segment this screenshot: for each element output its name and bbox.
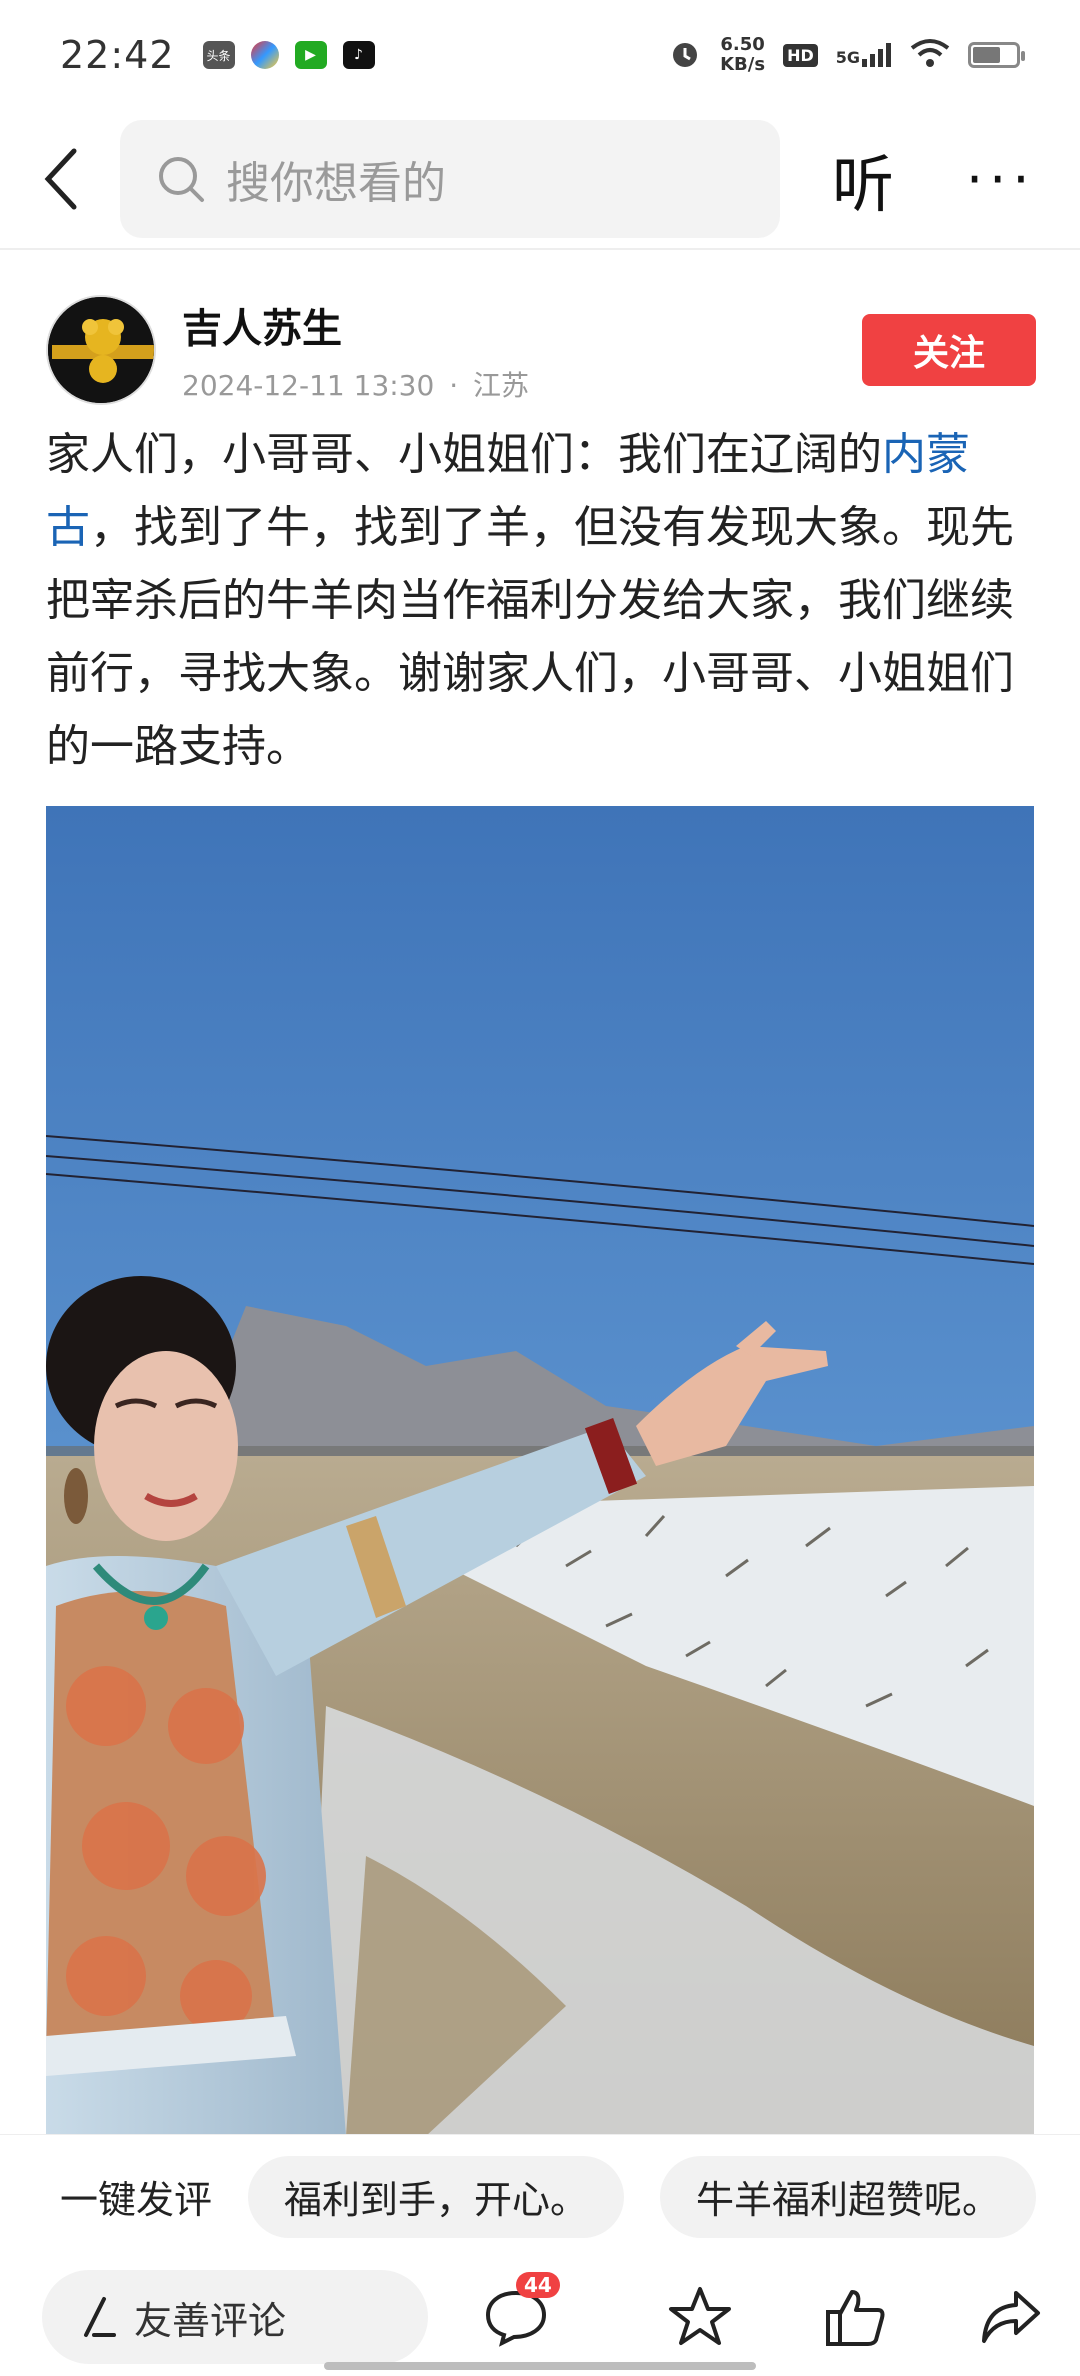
video-app-icon: ▶: [294, 41, 327, 69]
post-photo: [46, 806, 1034, 2136]
battery-icon: [968, 42, 1025, 68]
share-button[interactable]: [960, 2258, 1060, 2376]
toutiao-badge-text: 头条: [206, 48, 231, 63]
color-app-icon: [250, 41, 279, 69]
home-indicator[interactable]: [324, 2362, 756, 2370]
comments-button[interactable]: 44: [466, 2258, 566, 2376]
network-label: 5G: [835, 48, 860, 67]
hd-badge: HD: [783, 43, 818, 67]
status-right: 6.50 KB/s HD 5G: [668, 35, 1025, 75]
nav-bar: 搜你想看的 听 ···: [0, 110, 1080, 250]
avatar[interactable]: [46, 295, 156, 405]
quick-comment-chip[interactable]: 福利到手，开心。: [248, 2155, 625, 2238]
thumbs-up-icon: [826, 2290, 885, 2346]
listen-button[interactable]: 听: [832, 134, 894, 224]
back-button[interactable]: [0, 109, 120, 249]
author-name[interactable]: 吉人苏生: [182, 296, 529, 354]
quick-comment-label: 一键发评: [60, 2178, 213, 2222]
author-row: 吉人苏生 2024-12-11 13:30 · 江苏 关注: [46, 290, 1036, 410]
comment-placeholder: 友善评论: [134, 2298, 287, 2343]
comment-count-badge: 44: [516, 2272, 560, 2298]
tiktok-app-icon: ♪: [342, 41, 375, 69]
more-button[interactable]: ···: [966, 148, 1036, 211]
post-location: 江苏: [473, 369, 530, 402]
share-arrow-icon: [982, 2291, 1040, 2343]
status-app-icons: 头条 ▶ ♪: [202, 41, 375, 69]
toutiao-app-icon: 头条: [202, 41, 235, 69]
post-meta: 2024-12-11 13:30 · 江苏: [182, 364, 529, 404]
status-bar: 22:42 头条 ▶ ♪ 6.50 KB/s HD 5G: [0, 0, 1080, 110]
follow-button[interactable]: 关注: [862, 314, 1036, 386]
search-icon: [159, 157, 204, 202]
search-input[interactable]: 搜你想看的: [120, 120, 780, 238]
signal-icon: 5G: [836, 43, 892, 67]
post-date: 2024-12-11 13:30: [182, 369, 435, 402]
chevron-left-icon: [44, 148, 77, 210]
battery-fill: [973, 47, 1000, 63]
author-meta: 吉人苏生 2024-12-11 13:30 · 江苏: [182, 296, 529, 404]
meta-separator: ·: [449, 369, 459, 402]
net-speed: 6.50 KB/s: [720, 35, 765, 75]
pen-icon: [84, 2297, 116, 2337]
search-placeholder: 搜你想看的: [226, 158, 446, 209]
post-text-part-2: ，找到了牛，找到了羊，但没有发现大象。现先把宰杀后的牛羊肉当作福利分发给大家，我…: [46, 502, 1014, 772]
quick-comment-chip[interactable]: 牛羊福利超赞呢。: [660, 2155, 1037, 2238]
star-icon: [669, 2287, 731, 2345]
article-page: 22:42 头条 ▶ ♪ 6.50 KB/s HD 5G 搜你想看的 听 ···…: [0, 0, 1080, 2376]
comment-input[interactable]: 友善评论: [42, 2270, 428, 2364]
alarm-icon: [668, 36, 702, 74]
wifi-icon: [910, 38, 950, 72]
status-time: 22:42: [60, 33, 175, 77]
net-speed-value: 6.50: [720, 34, 765, 55]
quick-comment-bar: 一键发评 福利到手，开心。 牛羊福利超赞呢。: [0, 2134, 1080, 2258]
like-button[interactable]: [806, 2258, 906, 2376]
favorite-button[interactable]: [650, 2258, 750, 2376]
bottom-action-bar: 友善评论 44: [0, 2258, 1080, 2376]
post-text: 家人们，小哥哥、小姐姐们：我们在辽阔的内蒙古，找到了牛，找到了羊，但没有发现大象…: [46, 418, 1036, 783]
post-text-part-1: 家人们，小哥哥、小姐姐们：我们在辽阔的: [46, 429, 882, 480]
post-image[interactable]: [46, 806, 1034, 2136]
net-speed-unit: KB/s: [720, 54, 766, 75]
